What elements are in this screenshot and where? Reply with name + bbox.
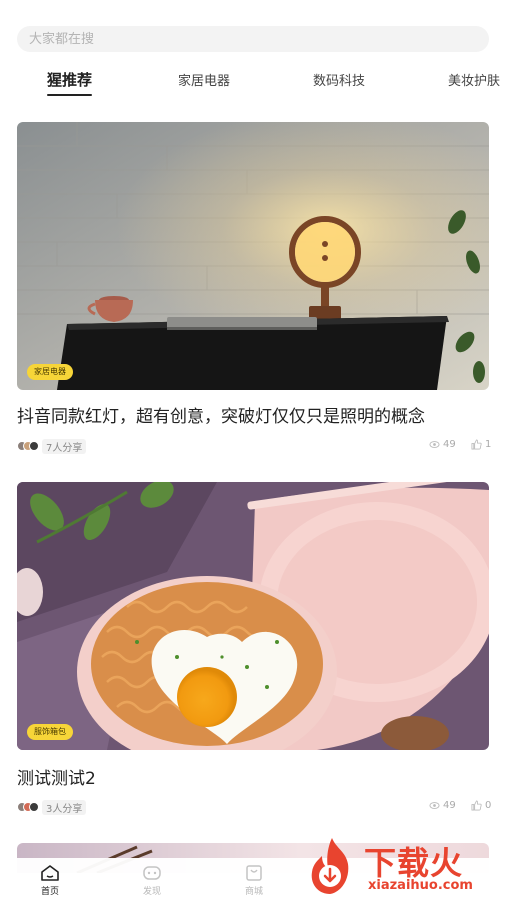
card-image[interactable]: 家居电器 — [17, 122, 489, 390]
card-title[interactable]: 抖音同款红灯，超有创意，突破灯仅仅只是照明的概念 — [17, 402, 425, 427]
thumbs-up-icon — [471, 800, 482, 811]
lamp-photo — [17, 122, 489, 390]
share-count: 3人分享 — [42, 800, 87, 815]
search-bar[interactable] — [17, 26, 489, 52]
nav-discover-label: 发现 — [142, 887, 161, 897]
tab-beauty-care[interactable]: 美妆护肤 — [448, 70, 500, 89]
nav-shop[interactable]: 商城 — [229, 864, 279, 897]
tab-home-appliances[interactable]: 家居电器 — [178, 70, 230, 89]
category-badge: 家居电器 — [27, 364, 73, 380]
search-input[interactable] — [17, 26, 489, 52]
avatar — [29, 802, 39, 812]
shop-icon — [246, 865, 262, 881]
share-count: 7人分享 — [42, 439, 87, 454]
view-count-value: 49 — [443, 800, 456, 811]
view-count: 49 — [429, 439, 456, 450]
view-count-value: 49 — [443, 439, 456, 450]
card-title[interactable]: 测试测试2 — [17, 764, 96, 789]
nav-home[interactable]: 首页 — [25, 864, 75, 897]
avatar — [29, 441, 39, 451]
eye-icon — [429, 441, 440, 448]
like-count[interactable]: 0 — [471, 800, 491, 811]
card-image[interactable]: 服饰箱包 — [17, 482, 489, 750]
noodle-photo — [17, 482, 489, 750]
avatar-group — [17, 441, 41, 451]
watermark: 下载火 xiazaihuo.com — [298, 832, 506, 900]
flame-logo-icon — [311, 838, 349, 894]
nav-discover[interactable]: 发现 — [127, 864, 177, 897]
category-tabs: 猩推荐 家居电器 数码科技 美妆护肤 — [0, 64, 506, 98]
tab-digital-tech[interactable]: 数码科技 — [313, 70, 365, 89]
card-meta: 3人分享 49 0 — [17, 799, 491, 815]
eye-icon — [429, 802, 440, 809]
like-count-value: 0 — [485, 800, 492, 811]
discover-icon — [143, 866, 161, 880]
watermark-url: xiazaihuo.com — [368, 878, 473, 893]
thumbs-up-icon — [471, 439, 482, 450]
like-count-value: 1 — [485, 439, 492, 450]
home-icon — [41, 865, 59, 881]
view-count: 49 — [429, 800, 456, 811]
like-count[interactable]: 1 — [471, 439, 491, 450]
category-badge: 服饰箱包 — [27, 724, 73, 740]
card-meta: 7人分享 49 1 — [17, 438, 491, 454]
tab-recommend[interactable]: 猩推荐 — [47, 69, 93, 96]
nav-shop-label: 商城 — [244, 887, 263, 897]
nav-home-label: 首页 — [40, 887, 59, 897]
avatar-group — [17, 802, 41, 812]
